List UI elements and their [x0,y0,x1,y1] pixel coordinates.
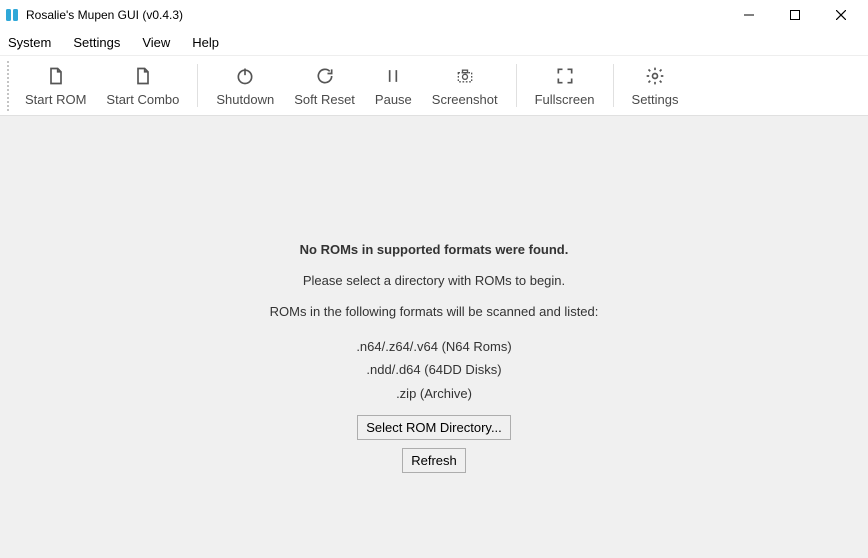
camera-icon [455,64,475,88]
toolbar-separator [197,64,198,107]
format-line: .zip (Archive) [356,382,511,405]
empty-state-subheading: Please select a directory with ROMs to b… [303,273,565,288]
pause-icon [383,64,403,88]
close-button[interactable] [818,0,864,30]
toolbar-label: Pause [375,92,412,107]
menu-system[interactable]: System [4,33,55,52]
toolbar-grip [6,60,11,111]
app-icon [4,7,20,23]
start-rom-button[interactable]: Start ROM [15,60,96,111]
toolbar-label: Settings [632,92,679,107]
file-icon [46,64,66,88]
toolbar-separator [516,64,517,107]
empty-state-heading: No ROMs in supported formats were found. [300,242,569,257]
fullscreen-icon [555,64,575,88]
select-rom-directory-button[interactable]: Select ROM Directory... [357,415,511,440]
toolbar-label: Shutdown [216,92,274,107]
format-line: .ndd/.d64 (64DD Disks) [356,358,511,381]
refresh-button[interactable]: Refresh [402,448,466,473]
menu-help[interactable]: Help [188,33,223,52]
window-title: Rosalie's Mupen GUI (v0.4.3) [26,8,183,22]
formats-intro: ROMs in the following formats will be sc… [270,304,599,319]
soft-reset-button[interactable]: Soft Reset [284,60,365,111]
maximize-button[interactable] [772,0,818,30]
power-icon [235,64,255,88]
screenshot-button[interactable]: Screenshot [422,60,508,111]
menubar: System Settings View Help [0,30,868,55]
format-line: .n64/.z64/.v64 (N64 Roms) [356,335,511,358]
file-icon [133,64,153,88]
refresh-icon [315,64,335,88]
toolbar-label: Soft Reset [294,92,355,107]
formats-list: .n64/.z64/.v64 (N64 Roms) .ndd/.d64 (64D… [356,335,511,405]
titlebar: Rosalie's Mupen GUI (v0.4.3) [0,0,868,30]
pause-button[interactable]: Pause [365,60,422,111]
content-area: No ROMs in supported formats were found.… [0,116,868,558]
toolbar-label: Start Combo [106,92,179,107]
fullscreen-button[interactable]: Fullscreen [525,60,605,111]
menu-settings[interactable]: Settings [69,33,124,52]
start-combo-button[interactable]: Start Combo [96,60,189,111]
toolbar-label: Fullscreen [535,92,595,107]
settings-button[interactable]: Settings [622,60,689,111]
toolbar-label: Start ROM [25,92,86,107]
toolbar-separator [613,64,614,107]
minimize-button[interactable] [726,0,772,30]
menu-view[interactable]: View [138,33,174,52]
gear-icon [645,64,665,88]
shutdown-button[interactable]: Shutdown [206,60,284,111]
toolbar-label: Screenshot [432,92,498,107]
toolbar: Start ROM Start Combo Shutdown Soft Rese… [0,55,868,116]
